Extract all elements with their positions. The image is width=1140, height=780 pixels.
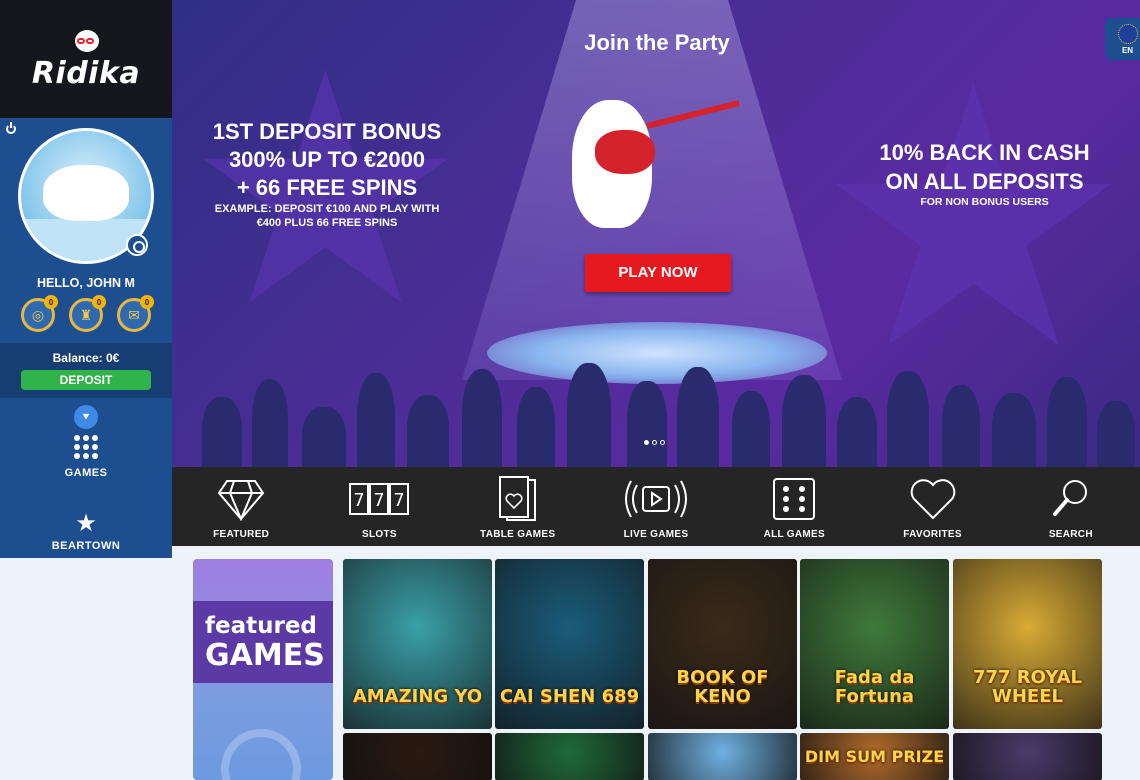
carousel-dot[interactable] — [652, 440, 657, 445]
tab-favorites[interactable]: FAVORITES — [863, 467, 1001, 546]
tab-featured[interactable]: FEATURED — [172, 467, 310, 546]
category-label: SLOTS — [362, 529, 397, 540]
game-title: CAI SHEN 689 — [499, 686, 640, 708]
deposit-button[interactable]: DEPOSIT — [21, 370, 151, 390]
featured-games-label: featured GAMES — [193, 601, 333, 683]
bear-logo-icon — [69, 28, 103, 54]
game-tile[interactable]: 777 ROYAL WHEEL — [953, 559, 1102, 729]
trophy-count: 0 — [92, 295, 106, 309]
category-label: ALL GAMES — [763, 529, 825, 540]
sidebar-item-games[interactable]: GAMES — [0, 435, 172, 479]
carousel-dots — [644, 440, 665, 445]
balance-text: Balance: 0€ — [52, 351, 120, 365]
featured-label-top: featured — [205, 613, 317, 639]
game-title: 777 ROYAL WHEEL — [972, 667, 1083, 708]
game-tile[interactable]: CAI SHEN 689 — [495, 559, 644, 729]
play-now-button[interactable]: PLAY NOW — [585, 254, 731, 292]
chevron-down-icon[interactable]: ⯆ — [74, 405, 98, 429]
heart-icon — [863, 477, 1001, 521]
game-tile[interactable] — [495, 733, 644, 780]
logo[interactable]: Ridika — [0, 0, 172, 118]
mail-icon: ✉ — [128, 306, 140, 323]
language-selector[interactable]: EN — [1105, 18, 1140, 60]
carousel-dot[interactable] — [644, 440, 649, 445]
bear-guitar-illustration — [567, 95, 747, 240]
game-tile[interactable] — [648, 733, 797, 780]
live-icon — [587, 477, 725, 521]
carousel-dot[interactable] — [660, 440, 665, 445]
game-tile[interactable] — [343, 733, 492, 780]
trophy-icon: ♜ — [79, 306, 93, 323]
game-tile[interactable]: DIM SUM PRIZE — [800, 733, 949, 780]
game-title: Fada da Fortuna — [834, 667, 915, 708]
game-tile[interactable]: Fada da Fortuna — [800, 559, 949, 729]
greeting: HELLO, JOHN M — [37, 276, 135, 290]
casino-page: Ridika HELLO, JOHN M ◎ 0 ♜ 0 ✉ 0 Balance… — [0, 0, 1140, 780]
featured-label-bottom: GAMES — [205, 638, 325, 673]
game-title: DIM SUM PRIZE — [804, 746, 945, 766]
user-profile: HELLO, JOHN M ◎ 0 ♜ 0 ✉ 0 — [0, 118, 172, 343]
grid-icon — [74, 435, 98, 459]
featured-games-banner: featured GAMES — [193, 559, 333, 780]
cashback-promo: 10% BACK IN CASH ON ALL DEPOSITS FOR NON… — [852, 138, 1117, 208]
promo-line: + 66 FREE SPINS — [236, 175, 418, 200]
slots-icon: 777 — [310, 477, 448, 521]
coin-count: 0 — [44, 295, 58, 309]
settings-icon[interactable] — [126, 234, 148, 256]
card-icon — [449, 476, 587, 521]
sidebar: Ridika HELLO, JOHN M ◎ 0 ♜ 0 ✉ 0 Balance… — [0, 0, 172, 558]
trophy-badge[interactable]: ♜ 0 — [69, 295, 106, 332]
tab-slots[interactable]: 777 SLOTS — [310, 467, 448, 546]
eu-flag-icon — [1117, 24, 1138, 44]
balance-panel: Balance: 0€ DEPOSIT — [0, 343, 172, 398]
language-code: EN — [1121, 46, 1134, 55]
category-label: FAVORITES — [903, 529, 962, 540]
sidebar-item-beartown[interactable]: ★ BEARTOWN — [0, 510, 172, 553]
ring-decoration — [221, 729, 301, 780]
deposit-bonus-promo: 1ST DEPOSIT BONUS 300% UP TO €2000 + 66 … — [202, 118, 452, 230]
tab-search[interactable]: SEARCH — [1002, 467, 1140, 546]
promo-line: 10% BACK IN CASH — [879, 140, 1090, 165]
sidebar-item-label: BEARTOWN — [51, 540, 121, 552]
coin-badge[interactable]: ◎ 0 — [21, 295, 58, 332]
diamond-icon — [172, 477, 310, 521]
category-label: SEARCH — [1048, 529, 1093, 540]
game-tile[interactable]: AMAZING YO — [343, 559, 492, 729]
promo-small: FOR NON BONUS USERS — [920, 196, 1049, 208]
game-title: BOOK OF KENO — [676, 667, 769, 708]
promo-small: €400 PLUS 66 FREE SPINS — [256, 217, 398, 229]
mail-count: 0 — [140, 295, 154, 309]
tab-live-games[interactable]: LIVE GAMES — [587, 467, 725, 546]
category-label: FEATURED — [213, 529, 270, 540]
badge-list: ◎ 0 ♜ 0 ✉ 0 — [0, 295, 172, 332]
promo-line: 300% UP TO €2000 — [228, 147, 426, 172]
mail-badge[interactable]: ✉ 0 — [117, 295, 154, 332]
category-label: LIVE GAMES — [623, 529, 689, 540]
star-icon: ★ — [75, 510, 97, 537]
promo-small: EXAMPLE: DEPOSIT €100 AND PLAY WITH — [214, 203, 440, 215]
category-label: TABLE GAMES — [480, 529, 556, 540]
star-decoration-icon: ★ — [812, 19, 1135, 421]
svg-text:7: 7 — [354, 490, 365, 511]
game-title: AMAZING YO — [352, 686, 483, 708]
search-icon — [1002, 477, 1140, 521]
tab-table-games[interactable]: TABLE GAMES — [449, 467, 587, 546]
svg-text:7: 7 — [374, 490, 385, 511]
game-tile[interactable] — [953, 733, 1102, 780]
coin-icon: ◎ — [31, 306, 45, 323]
promo-line: ON ALL DEPOSITS — [885, 169, 1084, 194]
promo-line: 1ST DEPOSIT BONUS — [212, 119, 442, 144]
svg-text:7: 7 — [394, 490, 405, 511]
logo-text: Ridika — [31, 55, 141, 91]
crowd-silhouette — [172, 357, 1140, 467]
tab-all-games[interactable]: ALL GAMES — [725, 467, 863, 546]
sidebar-item-label: GAMES — [64, 467, 108, 479]
hero-banner: ★ ★ Join the Party 1ST DEPOSIT BONUS 300… — [172, 0, 1140, 467]
game-tile[interactable]: BOOK OF KENO — [648, 559, 797, 729]
power-icon[interactable] — [6, 122, 16, 134]
dice-icon — [725, 477, 863, 521]
category-bar: FEATURED 777 SLOTS TABLE GAMES LIVE GAME… — [172, 467, 1140, 546]
hero-title: Join the Party — [584, 30, 730, 55]
